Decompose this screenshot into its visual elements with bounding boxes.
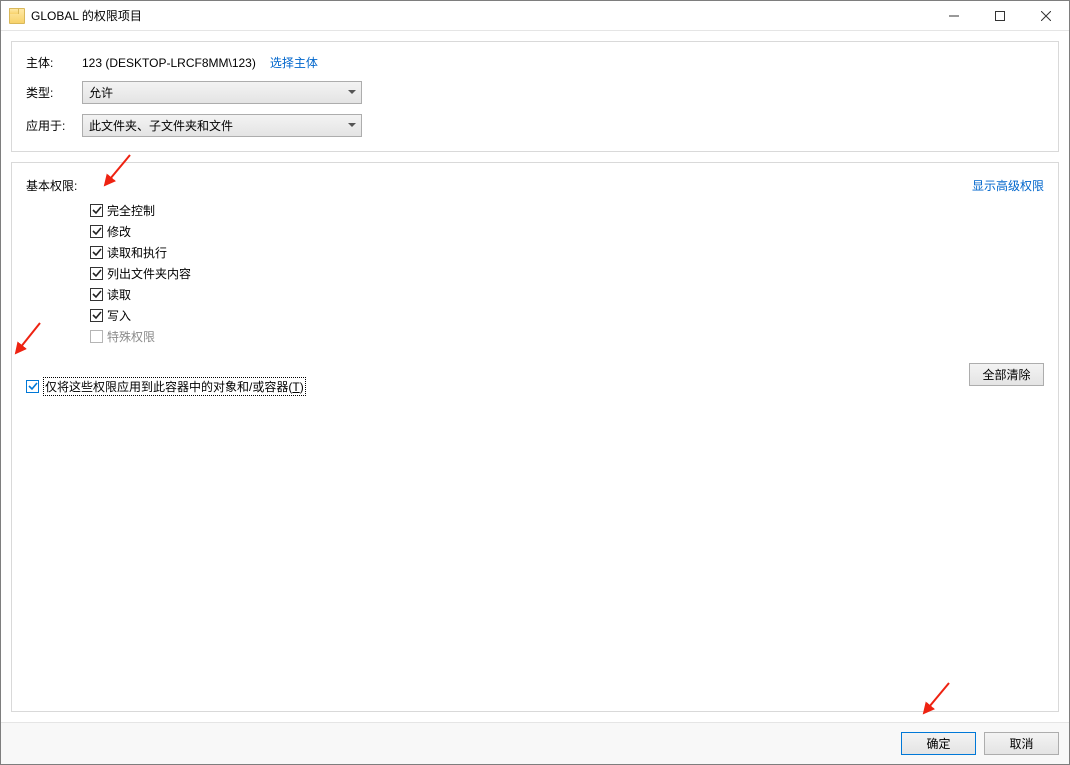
applies-to-row: 应用于: 此文件夹、子文件夹和文件 (26, 114, 1044, 137)
type-select-value: 允许 (83, 84, 343, 101)
title-bar: GLOBAL 的权限项目 (1, 1, 1069, 31)
permission-checkbox (90, 330, 103, 343)
permission-label: 读取 (107, 286, 131, 303)
permission-label: 列出文件夹内容 (107, 265, 191, 282)
type-label: 类型: (26, 84, 82, 101)
permissions-list: 完全控制修改读取和执行列出文件夹内容读取写入特殊权限 (90, 200, 1044, 347)
minimize-button[interactable] (931, 1, 977, 30)
applies-to-select[interactable]: 此文件夹、子文件夹和文件 (82, 114, 362, 137)
window-title: GLOBAL 的权限项目 (31, 7, 142, 24)
type-row: 类型: 允许 (26, 81, 1044, 104)
permission-checkbox[interactable] (90, 246, 103, 259)
apply-only-label: 仅将这些权限应用到此容器中的对象和/或容器(T) (43, 377, 306, 396)
show-advanced-permissions-link[interactable]: 显示高级权限 (972, 177, 1044, 194)
permission-item: 写入 (90, 305, 1044, 326)
window-controls (931, 1, 1069, 30)
permission-item: 特殊权限 (90, 326, 1044, 347)
maximize-button[interactable] (977, 1, 1023, 30)
principal-value: 123 (DESKTOP-LRCF8MM\123) (82, 56, 256, 70)
permission-checkbox[interactable] (90, 288, 103, 301)
permission-label: 写入 (107, 307, 131, 324)
close-button[interactable] (1023, 1, 1069, 30)
permission-checkbox[interactable] (90, 267, 103, 280)
folder-icon (9, 8, 25, 24)
permission-item: 读取 (90, 284, 1044, 305)
permission-label: 完全控制 (107, 202, 155, 219)
cancel-button[interactable]: 取消 (984, 732, 1059, 755)
permission-checkbox[interactable] (90, 204, 103, 217)
principal-label: 主体: (26, 54, 82, 71)
permission-item: 读取和执行 (90, 242, 1044, 263)
permission-item: 修改 (90, 221, 1044, 242)
apply-only-checkbox[interactable] (26, 380, 39, 393)
permissions-panel: 基本权限: 显示高级权限 完全控制修改读取和执行列出文件夹内容读取写入特殊权限 … (11, 162, 1059, 712)
principal-row: 主体: 123 (DESKTOP-LRCF8MM\123) 选择主体 (26, 54, 1044, 71)
permission-checkbox[interactable] (90, 309, 103, 322)
dialog-footer: 确定 取消 (1, 722, 1069, 764)
permission-label: 读取和执行 (107, 244, 167, 261)
chevron-down-icon (343, 82, 361, 103)
permission-item: 完全控制 (90, 200, 1044, 221)
permission-checkbox[interactable] (90, 225, 103, 238)
applies-to-label: 应用于: (26, 117, 82, 134)
permission-item: 列出文件夹内容 (90, 263, 1044, 284)
select-principal-link[interactable]: 选择主体 (270, 54, 318, 71)
content-area: 主体: 123 (DESKTOP-LRCF8MM\123) 选择主体 类型: 允… (1, 31, 1069, 722)
basic-permissions-label: 基本权限: (26, 177, 77, 194)
clear-all-button[interactable]: 全部清除 (969, 363, 1044, 386)
principal-panel: 主体: 123 (DESKTOP-LRCF8MM\123) 选择主体 类型: 允… (11, 41, 1059, 152)
chevron-down-icon (343, 115, 361, 136)
permission-label: 修改 (107, 223, 131, 240)
type-select[interactable]: 允许 (82, 81, 362, 104)
ok-button[interactable]: 确定 (901, 732, 976, 755)
permission-label: 特殊权限 (107, 328, 155, 345)
applies-to-select-value: 此文件夹、子文件夹和文件 (83, 117, 343, 134)
permission-entry-window: GLOBAL 的权限项目 主体: 123 (DESKTOP-LRCF8MM\12… (0, 0, 1070, 765)
apply-only-row: 仅将这些权限应用到此容器中的对象和/或容器(T) (26, 377, 1044, 396)
